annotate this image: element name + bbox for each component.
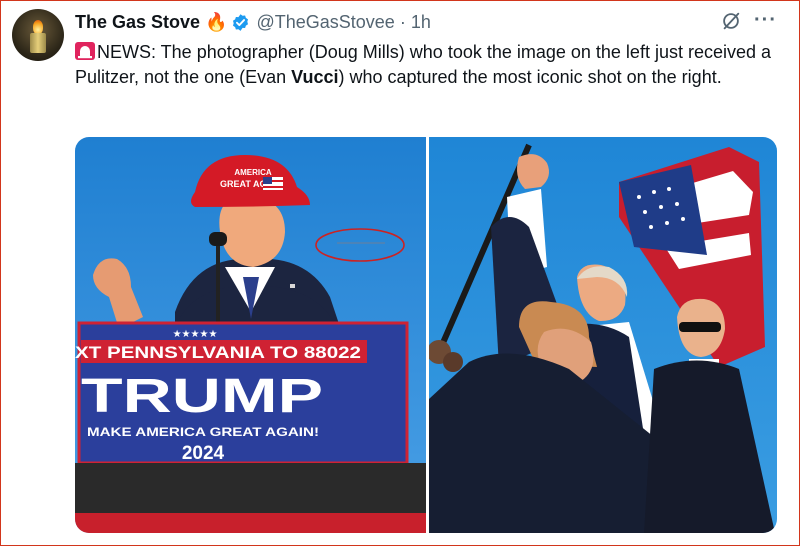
- author-handle[interactable]: @TheGasStovee: [256, 12, 394, 33]
- podium-year: 2024: [182, 443, 225, 464]
- grok-icon[interactable]: [720, 10, 742, 32]
- more-options-icon[interactable]: ···: [754, 9, 777, 32]
- tweet-text-bold: Vucci: [291, 67, 339, 87]
- podium-stars: ★★★★★: [173, 329, 218, 340]
- verified-badge-icon[interactable]: [231, 13, 250, 32]
- tweet-header: The Gas Stove 🔥 @TheGasStovee · 1h: [75, 10, 431, 34]
- hat-text-line1: AMERICA: [234, 168, 272, 177]
- author-name[interactable]: The Gas Stove: [75, 12, 200, 33]
- rally-photo-2: [429, 137, 777, 533]
- rally-photo: AMERICA GREAT AGAIN ★★★★★ XT PENNSYLVANI…: [75, 137, 426, 533]
- flame-shape: [33, 20, 43, 34]
- podium-title: TRUMP: [81, 370, 323, 423]
- separator-dot: ·: [399, 11, 406, 32]
- tweet-text-after: ) who captured the most iconic shot on t…: [338, 67, 722, 87]
- tweet-text: NEWS: The photographer (Doug Mills) who …: [75, 40, 787, 90]
- fire-icon: 🔥: [205, 11, 228, 32]
- podium-line1: XT PENNSYLVANIA TO 88022: [75, 344, 361, 362]
- siren-icon: [75, 42, 95, 60]
- photo-right[interactable]: [429, 137, 777, 533]
- avatar[interactable]: [12, 9, 64, 61]
- can-shape: [30, 33, 46, 53]
- media-grid: AMERICA GREAT AGAIN ★★★★★ XT PENNSYLVANI…: [75, 137, 777, 533]
- timestamp[interactable]: 1h: [411, 12, 431, 33]
- podium-line2: MAKE AMERICA GREAT AGAIN!: [87, 425, 319, 439]
- photo-left[interactable]: AMERICA GREAT AGAIN ★★★★★ XT PENNSYLVANI…: [75, 137, 426, 533]
